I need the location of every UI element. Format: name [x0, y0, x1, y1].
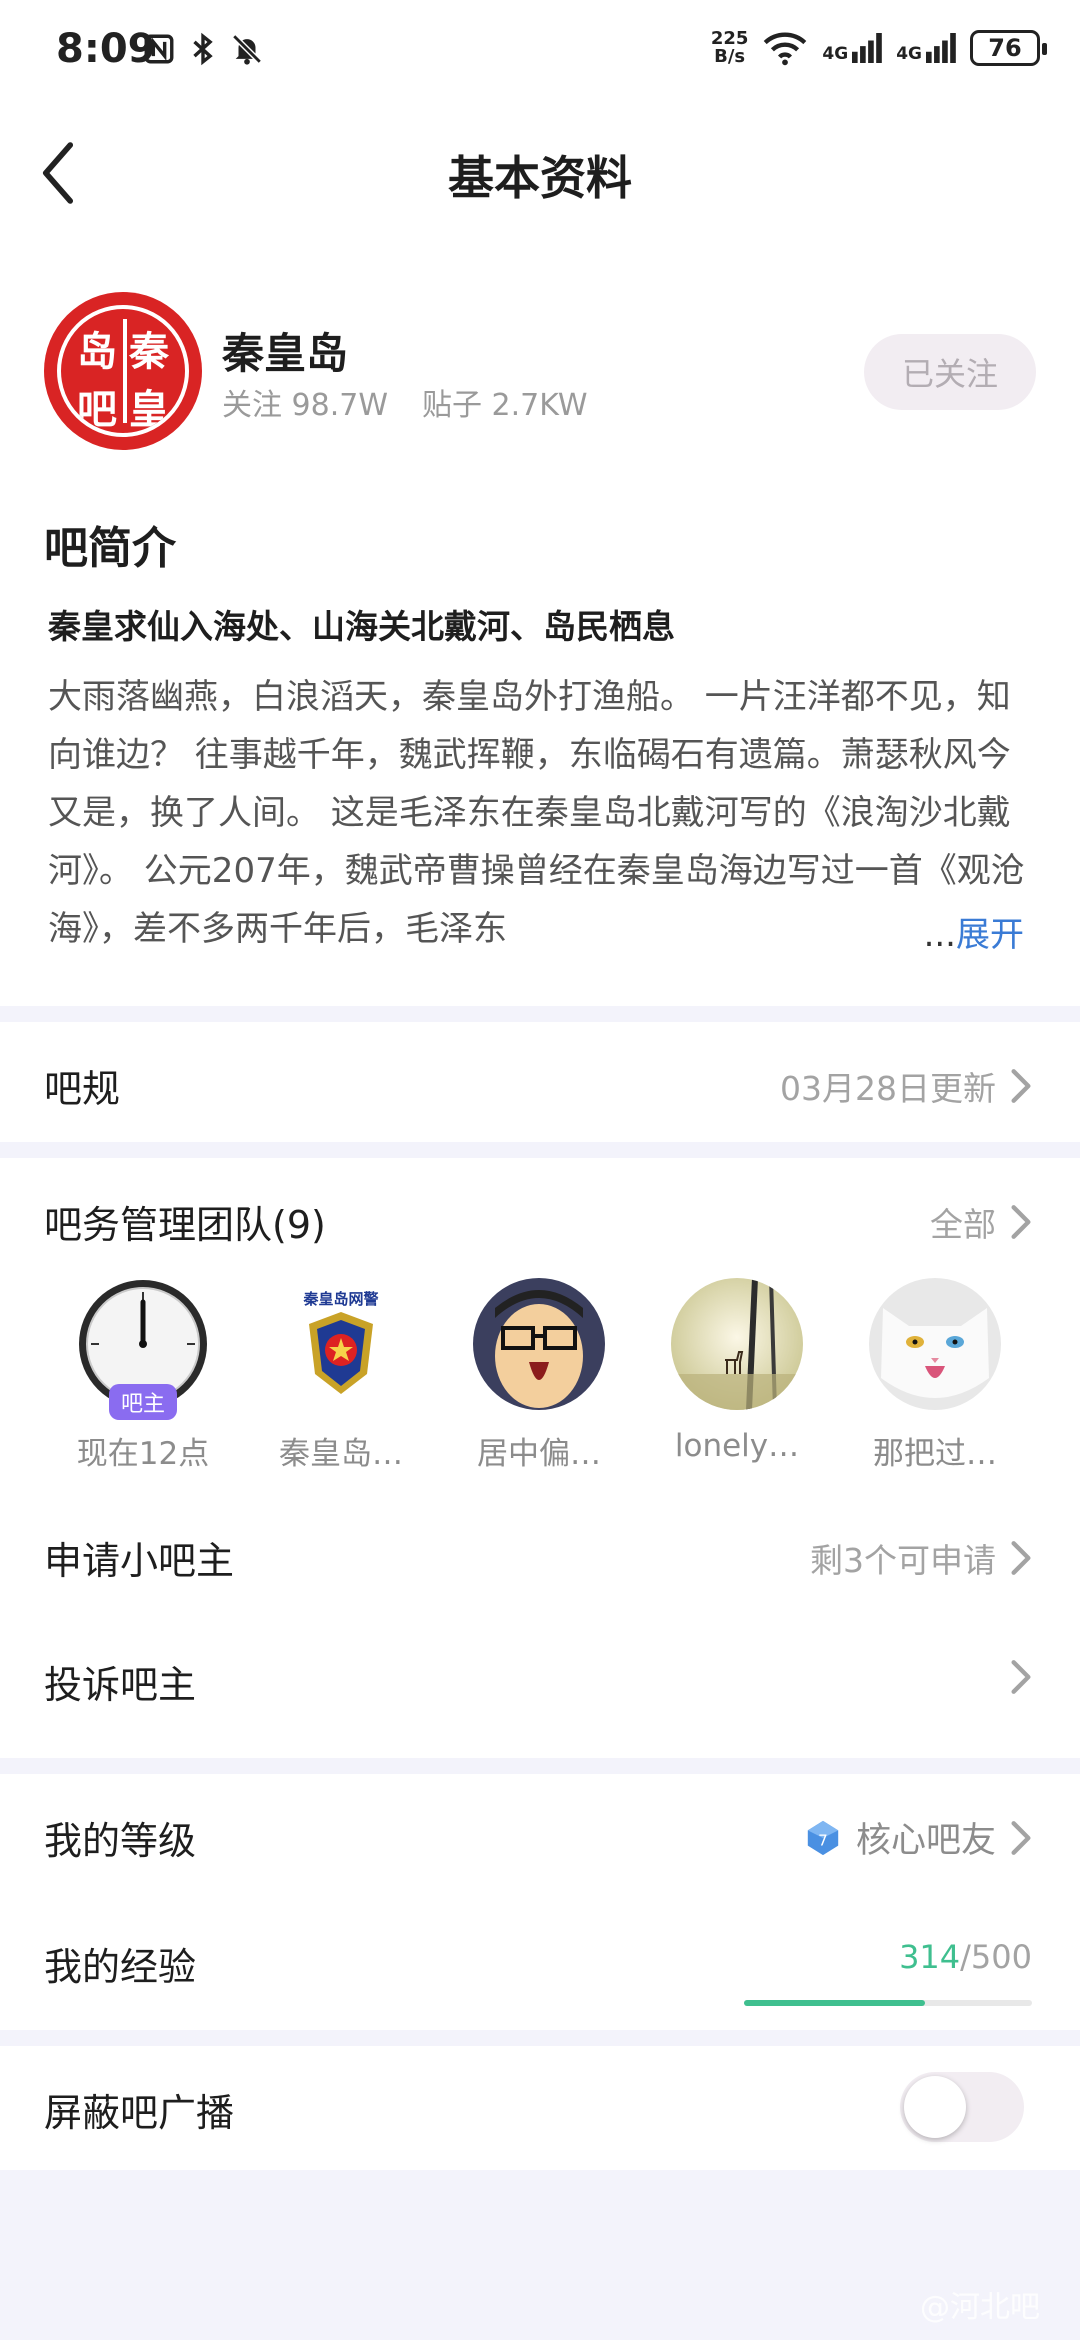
level-label: 我的等级 [44, 1819, 197, 1863]
team-member[interactable]: 秦皇岛网警 秦皇岛… [242, 1278, 440, 1473]
wifi-icon [764, 32, 807, 66]
intro-subtitle: 秦皇求仙入海处、山海关北戴河、岛民栖息 [48, 607, 675, 646]
cell-type-1: 4G [822, 44, 849, 64]
level-number: 7 [818, 1831, 828, 1849]
network-speed: 225 B/s [711, 30, 749, 66]
rules-right: 03月28日更新 [780, 1062, 1032, 1110]
forum-name: 秦皇岛 [222, 329, 349, 378]
chevron-right-icon [1011, 1660, 1031, 1694]
team-member[interactable]: lonely… [638, 1278, 836, 1473]
avatar-wrapper [473, 1278, 605, 1410]
apply-right[interactable]: 剩3个可申请 [810, 1534, 1032, 1582]
deer-landscape-avatar [671, 1278, 803, 1410]
experience-text: 314/500 [899, 1938, 1032, 1976]
experience-current: 314 [899, 1938, 961, 1976]
team-members-list: 吧主 现在12点 秦皇岛网警 秦皇岛… 居中偏… lonely… 那把过… [44, 1278, 1034, 1473]
chevron-right-icon [1011, 1820, 1031, 1855]
rules-label: 吧规 [44, 1067, 121, 1111]
cell-type-2: 4G [896, 44, 922, 64]
apply-status: 剩3个可申请 [810, 1541, 996, 1580]
intro-expand[interactable]: ...展开 [883, 906, 1024, 964]
level-section: 我的等级 7 核心吧友 我的经验 314/500 [0, 1774, 1080, 2030]
bluetooth-icon [193, 32, 213, 66]
member-name: 秦皇岛… [279, 1436, 403, 1472]
network-speed-unit: B/s [714, 46, 746, 67]
member-name: 居中偏… [477, 1436, 601, 1472]
expand-link[interactable]: 展开 [956, 915, 1024, 955]
avatar-wrapper: 秦皇岛网警 [275, 1278, 407, 1410]
battery-icon: 76 [970, 30, 1047, 66]
level-title: 核心吧友 [855, 1821, 996, 1861]
followers-count: 关注 98.7W [222, 388, 388, 423]
team-all-link[interactable]: 全部 [930, 1198, 1032, 1246]
member-name: 那把过… [873, 1436, 997, 1472]
avatar-wrapper: 吧主 [77, 1278, 209, 1420]
diamond-icon: 7 [807, 1820, 839, 1855]
team-title: 吧务管理团队(9) [44, 1203, 326, 1247]
status-left-icons [142, 32, 264, 66]
logo-char: 秦 [129, 328, 169, 375]
block-broadcast-toggle[interactable] [900, 2072, 1024, 2142]
signal-bars-icon [926, 33, 956, 63]
experience-max: 500 [970, 1938, 1032, 1976]
logo-char: 岛 [77, 328, 117, 375]
owner-badge: 吧主 [109, 1384, 177, 1420]
rules-row[interactable]: 吧规 03月28日更新 [0, 1022, 1080, 1142]
intro-title: 吧简介 [44, 523, 176, 574]
follow-button[interactable]: 已关注 [864, 334, 1036, 410]
complain-right[interactable] [1010, 1658, 1032, 1696]
status-bar: 8:09 225 B/s 4G 4G 76 [0, 0, 1080, 108]
block-broadcast-row: 屏蔽吧广播 [0, 2046, 1080, 2170]
apply-label[interactable]: 申请小吧主 [44, 1530, 234, 1585]
forum-logo: 岛 秦 吧 皇 [44, 292, 202, 450]
white-cat-avatar [869, 1278, 1001, 1410]
rules-updated: 03月28日更新 [780, 1069, 996, 1108]
experience-row: 314/500 [0, 1900, 1080, 2030]
member-name: 现在12点 [76, 1436, 210, 1472]
police-emblem-avatar: 秦皇岛网警 [275, 1278, 407, 1410]
experience-progress-track [744, 2000, 1032, 2006]
nfc-icon [144, 34, 174, 64]
signal-bars-icon [852, 33, 883, 63]
chevron-right-icon [1011, 1541, 1031, 1575]
logo-divider [123, 319, 127, 423]
experience-progress-fill [744, 2000, 925, 2006]
chevron-right-icon [1011, 1205, 1031, 1239]
toggle-knob [904, 2076, 966, 2138]
team-member[interactable]: 那把过… [836, 1278, 1034, 1473]
cell-signal-1: 4G [822, 32, 883, 64]
page-title: 基本资料 [448, 151, 632, 205]
cartoon-face-avatar [473, 1278, 605, 1410]
watermark: @河北吧 [920, 2290, 1040, 2325]
member-name: lonely… [674, 1428, 800, 1464]
team-member[interactable]: 吧主 现在12点 [44, 1278, 242, 1473]
posts-count: 贴子 2.7KW [422, 388, 588, 423]
avatar-wrapper [869, 1278, 1001, 1410]
bell-off-icon [232, 34, 262, 65]
team-all-label: 全部 [930, 1205, 996, 1244]
block-broadcast-label: 屏蔽吧广播 [44, 2091, 235, 2135]
logo-char: 吧 [77, 386, 117, 433]
forum-stats: 关注 98.7W 贴子 2.7KW [222, 380, 588, 424]
team-section: 吧务管理团队(9) 全部 吧主 现在12点 秦皇岛网警 秦皇岛… 居中偏… lo… [0, 1158, 1080, 1758]
status-time: 8:09 [56, 26, 156, 72]
experience-separator: / [960, 1938, 971, 1976]
forum-logo-seal: 岛 秦 吧 皇 [57, 305, 189, 437]
intro-ellipsis: ... [923, 915, 956, 955]
avatar-caption: 秦皇岛网警 [303, 1290, 379, 1308]
nav-bar: 基本资料 [0, 108, 1080, 236]
logo-char: 皇 [129, 386, 169, 433]
team-member[interactable]: 居中偏… [440, 1278, 638, 1473]
cell-signal-2: 4G [896, 32, 956, 64]
status-right-icons: 225 B/s 4G 4G 76 [711, 30, 1047, 66]
forum-header-section: 岛 秦 吧 皇 秦皇岛 关注 98.7W 贴子 2.7KW 已关注 吧简介 秦皇… [0, 236, 1080, 1006]
level-right[interactable]: 7 核心吧友 [804, 1812, 1032, 1863]
complain-label[interactable]: 投诉吧主 [44, 1654, 196, 1709]
avatar-wrapper [671, 1278, 803, 1410]
chevron-right-icon [1011, 1069, 1031, 1103]
